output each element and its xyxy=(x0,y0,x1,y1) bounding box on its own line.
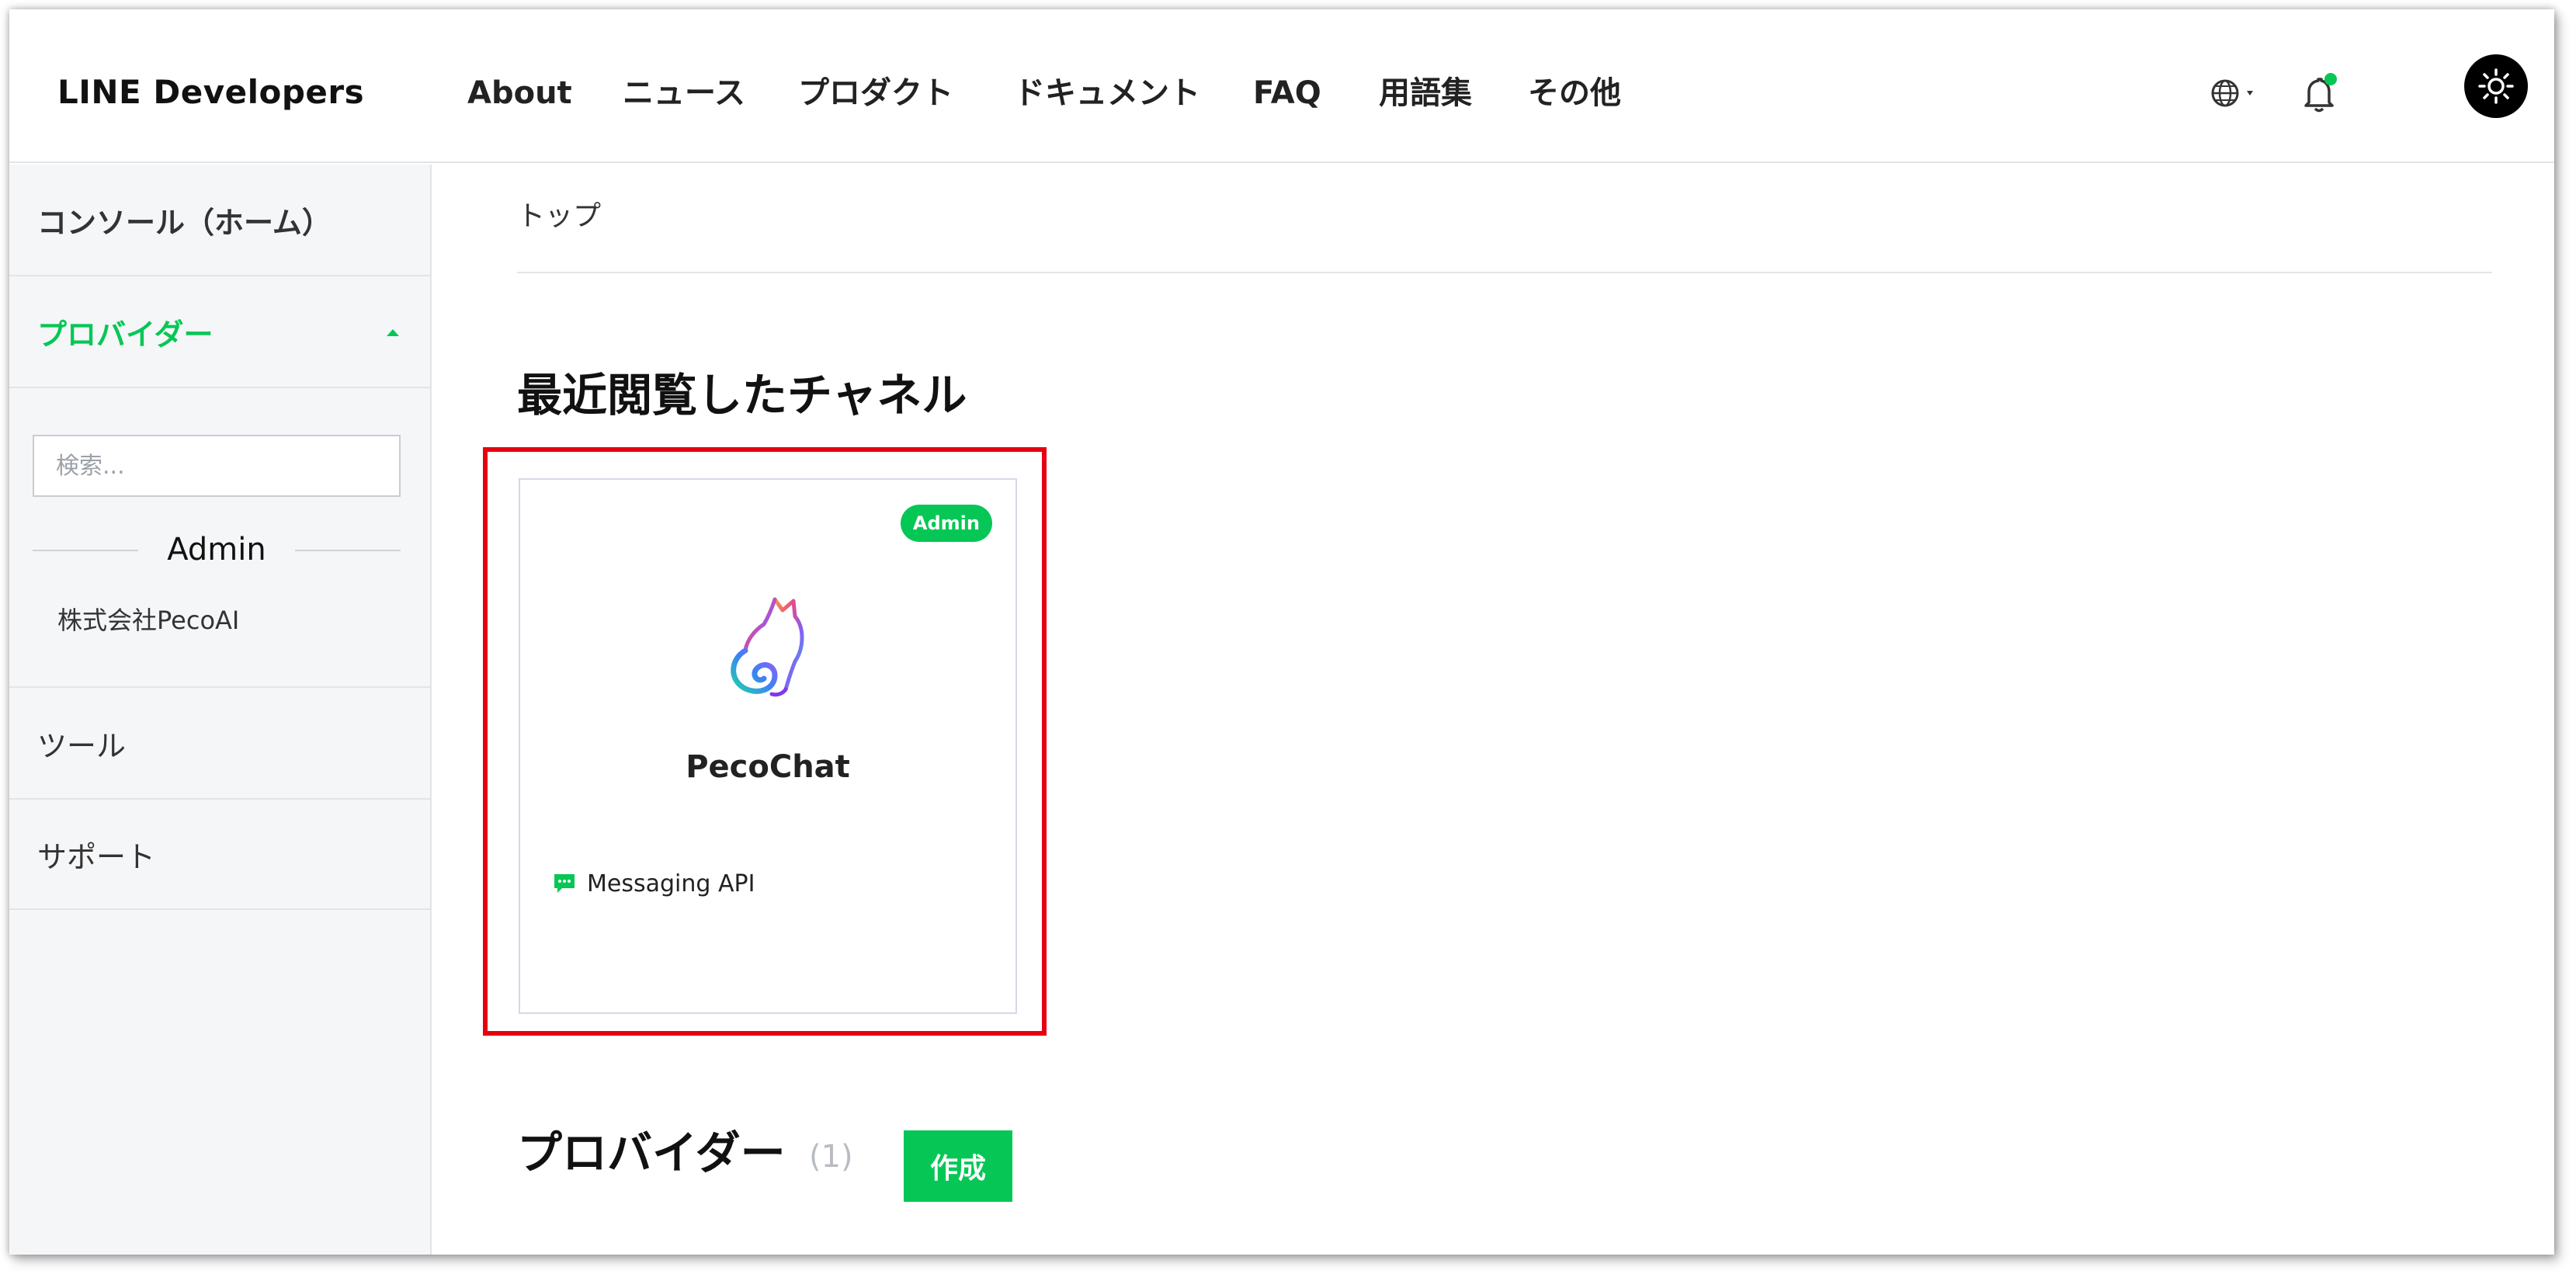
sidebar-item-console-home[interactable]: コンソール（ホーム） xyxy=(9,165,430,276)
admin-heading-label: Admin xyxy=(151,532,282,568)
line-developers-logo[interactable]: LINE Developers xyxy=(57,73,364,112)
chat-bubble-icon xyxy=(554,874,575,893)
breadcrumb[interactable]: トップ xyxy=(517,197,601,236)
nav-about[interactable]: About xyxy=(467,71,572,115)
providers-section-title: プロバイダー xyxy=(517,1127,786,1179)
sun-icon xyxy=(2478,68,2514,104)
breadcrumb-divider xyxy=(517,272,2492,273)
pecochat-cat-logo xyxy=(731,597,804,697)
top-header: LINE Developers About ニュース プロダクト ドキュメント … xyxy=(9,9,2554,163)
nav-glossary[interactable]: 用語集 xyxy=(1379,71,1472,115)
sidebar-item-label: プロバイダー xyxy=(37,317,214,352)
provider-search-input[interactable] xyxy=(33,435,401,497)
admin-badge: Admin xyxy=(900,505,992,542)
sidebar-item-tools[interactable]: ツール xyxy=(9,688,430,800)
main-content: トップ 最近閲覧したチャネル Admin PecoChat Messaging … xyxy=(433,165,2554,1255)
app-window: LINE Developers About ニュース プロダクト ドキュメント … xyxy=(9,9,2554,1255)
channel-name: PecoChat xyxy=(686,749,850,785)
theme-toggle-button[interactable] xyxy=(2464,54,2528,118)
recent-channels-title: 最近閲覧したチャネル xyxy=(517,369,967,422)
nav-products[interactable]: プロダクト xyxy=(798,71,953,115)
channel-type-label: Messaging API xyxy=(587,870,755,897)
nav-faq[interactable]: FAQ xyxy=(1253,71,1321,115)
sidebar: コンソール（ホーム） プロバイダー Admin 株式会社PecoAI ツール サ… xyxy=(9,165,432,1255)
globe-icon[interactable] xyxy=(2210,76,2264,110)
bell-icon[interactable] xyxy=(2300,71,2338,115)
notification-dot xyxy=(2324,73,2337,85)
sidebar-item-support[interactable]: サポート xyxy=(9,800,430,910)
nav-more[interactable]: その他 xyxy=(1528,71,1621,115)
channel-type: Messaging API xyxy=(553,868,755,899)
sidebar-item-label: コンソール（ホーム） xyxy=(37,205,332,240)
sidebar-item-label: ツール xyxy=(37,728,127,763)
provider-panel: Admin 株式会社PecoAI xyxy=(9,397,430,688)
nav-news[interactable]: ニュース xyxy=(623,71,745,115)
provider-item-pecoai[interactable]: 株式会社PecoAI xyxy=(57,601,239,640)
sidebar-item-label: サポート xyxy=(37,839,156,874)
channel-card-pecochat[interactable]: Admin PecoChat Messaging API xyxy=(519,478,1017,1014)
admin-group-heading: Admin xyxy=(33,528,401,571)
create-provider-button[interactable]: 作成 xyxy=(904,1130,1012,1202)
nav-documents[interactable]: ドキュメント xyxy=(1014,71,1200,115)
sidebar-item-providers[interactable]: プロバイダー xyxy=(9,276,430,388)
providers-count: (1) xyxy=(809,1139,853,1175)
caret-up-icon xyxy=(387,329,399,336)
